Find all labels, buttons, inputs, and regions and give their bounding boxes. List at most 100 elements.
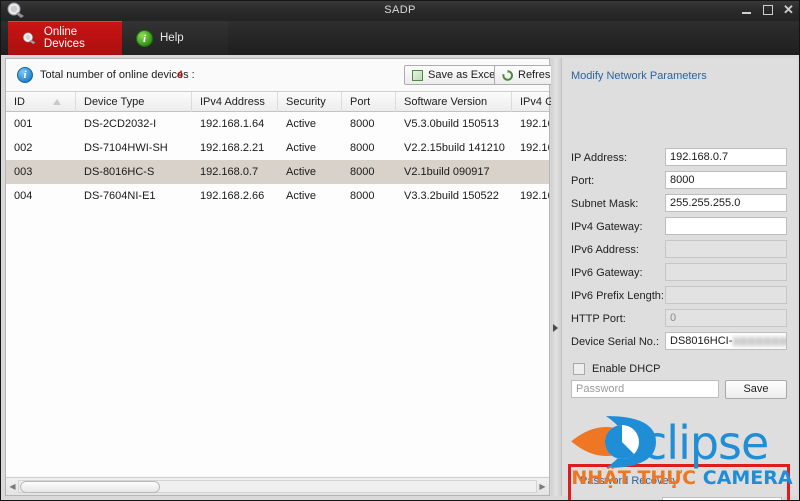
field-input[interactable]: 8000 [665, 171, 787, 189]
table-cell: DS-7604NI-E1 [84, 190, 156, 202]
scrollbar-thumb[interactable] [20, 481, 160, 493]
device-icon [23, 32, 36, 44]
table-header-software-version[interactable]: Software Version [396, 92, 512, 112]
field-label: Device Serial No.: [571, 336, 660, 348]
field-label: HTTP Port: [571, 313, 626, 325]
form-row: Port: 8000 [562, 171, 797, 193]
online-devices-panel: i Total number of online devices : 4 Sav… [5, 58, 684, 496]
save-as-excel-button[interactable]: Save as Excel [404, 65, 506, 85]
form-row: Device Serial No.: DS8016HCI- [562, 332, 797, 354]
table-header-id[interactable]: ID [6, 92, 76, 112]
table-cell: Active [286, 142, 316, 154]
table-cell: 192.168.0.7 [200, 166, 259, 178]
field-input[interactable]: DS8016HCI- [665, 332, 787, 350]
password-recovery-title: Password Recovery [580, 475, 678, 487]
minimize-icon [742, 11, 751, 14]
table-cell: DS-7104HWI-SH [84, 142, 168, 154]
table-cell: 192.168.0.1 [520, 190, 549, 202]
excel-icon [412, 69, 423, 81]
horizontal-scrollbar[interactable]: ◀ ▶ [6, 477, 549, 495]
form-row: IP Address: 192.168.0.7 [562, 148, 797, 170]
refresh-icon [502, 69, 513, 81]
table-cell: 8000 [350, 118, 375, 130]
panel-splitter[interactable] [551, 58, 561, 496]
tab-strip: Online Devices i Help [0, 21, 800, 56]
tab-online-devices[interactable]: Online Devices [8, 21, 122, 55]
table-cell: V2.1build 090917 [404, 166, 490, 178]
enable-dhcp-checkbox[interactable] [573, 363, 585, 375]
enable-dhcp-label: Enable DHCP [592, 363, 661, 375]
table-header-security[interactable]: Security [278, 92, 342, 112]
form-row: Subnet Mask: 255.255.255.0 [562, 194, 797, 216]
info-icon: i [17, 67, 33, 83]
scroll-right-arrow-icon[interactable]: ▶ [539, 483, 546, 491]
help-info-icon: i [136, 29, 153, 47]
table-header-port[interactable]: Port [342, 92, 396, 112]
table-header-ipv4-address[interactable]: IPv4 Address [192, 92, 278, 112]
table-cell: 002 [14, 142, 33, 154]
form-row: IPv6 Prefix Length: [562, 286, 797, 308]
table-cell: Active [286, 190, 316, 202]
table-cell: DS-2CD2032-I [84, 118, 157, 130]
field-label: IPv6 Prefix Length: [571, 290, 664, 302]
field-input [665, 240, 787, 258]
panel-title: Modify Network Parameters [571, 70, 707, 82]
table-cell: V5.3.0build 150513 [404, 118, 499, 130]
sort-ascending-icon [53, 99, 61, 105]
tab-help-label: Help [160, 32, 184, 44]
form-row: IPv4 Gateway: [562, 217, 797, 239]
table-cell: 8000 [350, 166, 375, 178]
table-cell: V2.2.15build 141210 [404, 142, 505, 154]
table-cell: V3.3.2build 150522 [404, 190, 499, 202]
password-input[interactable]: Password [571, 380, 719, 398]
main-body: i Total number of online devices : 4 Sav… [0, 55, 800, 501]
table-cell: 8000 [350, 190, 375, 202]
table-row[interactable]: 001 DS-2CD2032-I 192.168.1.64 Active 8000 V5.… [6, 112, 549, 136]
save-as-excel-label: Save as Excel [428, 69, 498, 81]
modify-network-parameters-panel: Modify Network Parameters IP Address: 192… [561, 58, 797, 501]
table-row[interactable]: 002 DS-7104HWI-SH 192.168.2.21 Active 8000 V2… [6, 136, 549, 160]
field-input [665, 263, 787, 281]
splitter-collapse-icon[interactable] [553, 324, 558, 332]
maximize-button[interactable] [760, 3, 775, 17]
password-recovery-highlight-box: Password Recovery Security Code: OK [568, 464, 790, 501]
field-label: IPv6 Address: [571, 244, 639, 256]
total-devices-label: Total number of online devices : [40, 69, 195, 81]
form-row: IPv6 Gateway: [562, 263, 797, 285]
field-label: Port: [571, 175, 595, 187]
table-row[interactable]: 003 DS-8016HC-S 192.168.0.7 Active 8000 V2.1b… [6, 160, 549, 184]
table-header-device-type[interactable]: Device Type [76, 92, 192, 112]
form-row: HTTP Port: 0 [562, 309, 797, 331]
table-row[interactable]: 004 DS-7604NI-E1 192.168.2.66 Active 8000 V3.… [6, 184, 549, 208]
field-label: Subnet Mask: [571, 198, 639, 210]
table-cell: 192.168.2.21 [200, 142, 265, 154]
sadp-application-window: SADP ✕ Online Devices i Help i Total num… [0, 0, 800, 501]
close-icon: ✕ [783, 2, 794, 17]
table-cell: Active [286, 166, 316, 178]
save-button[interactable]: Save [725, 380, 787, 399]
table-cell: DS-8016HC-S [84, 166, 155, 178]
table-cell [512, 160, 549, 184]
table-cell: 192.168.2.66 [200, 190, 265, 202]
minimize-button[interactable] [739, 3, 754, 17]
form-row: IPv6 Address: [562, 240, 797, 262]
device-table-body: 001 DS-2CD2032-I 192.168.1.64 Active 8000 V5.… [6, 112, 549, 476]
close-button[interactable]: ✕ [781, 3, 796, 17]
field-input[interactable]: 255.255.255.0 [665, 194, 787, 212]
field-input[interactable] [665, 217, 787, 235]
tab-help[interactable]: i Help [122, 21, 228, 55]
field-input [665, 286, 787, 304]
scroll-left-arrow-icon[interactable]: ◀ [9, 483, 16, 491]
table-cell: 003 [14, 166, 33, 178]
devices-toolbar: i Total number of online devices : 4 Sav… [6, 59, 565, 91]
field-input[interactable]: 192.168.0.7 [665, 148, 787, 166]
window-title: SADP [384, 4, 416, 16]
security-code-input[interactable] [662, 497, 782, 501]
field-value: DS8016HCI- [670, 335, 733, 347]
redacted-serial-region [733, 336, 786, 346]
password-recovery-section: Password Recovery Security Code: OK [574, 470, 784, 501]
maximize-icon [762, 5, 773, 15]
table-cell: 004 [14, 190, 33, 202]
enable-dhcp-row: Enable DHCP [562, 361, 797, 379]
total-devices-count: 4 [177, 69, 184, 81]
